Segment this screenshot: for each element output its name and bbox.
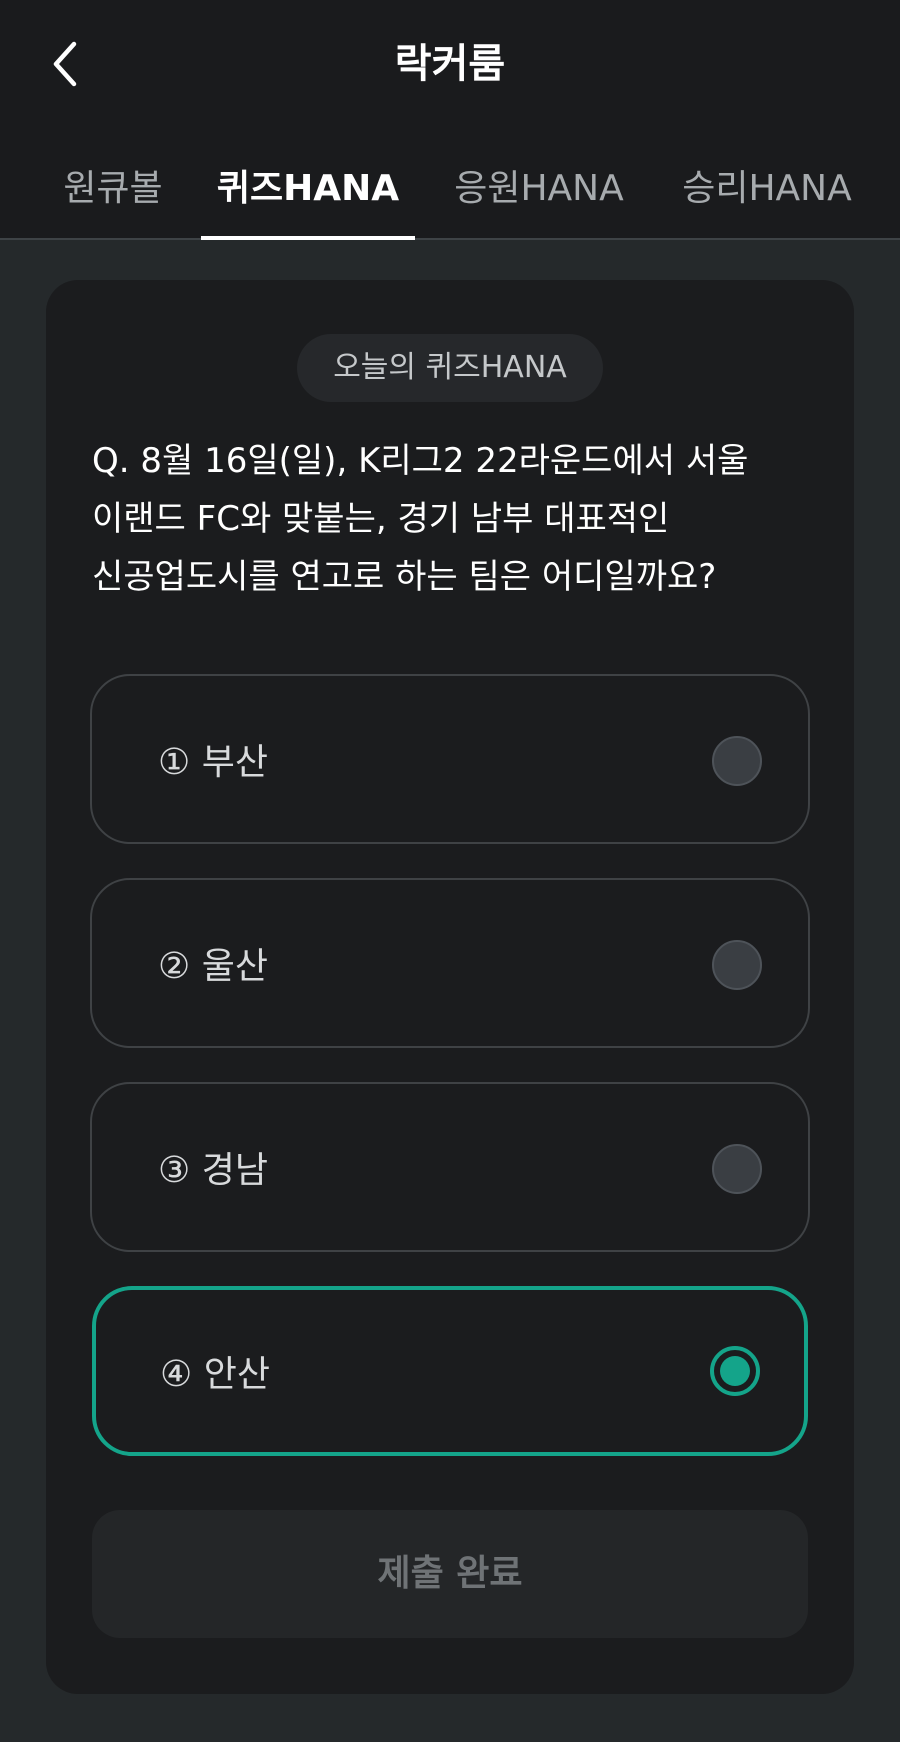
option-3[interactable]: ③ 경남 xyxy=(90,1082,810,1252)
question-line: Q. 8월 16일(일), K리그2 22라운드에서 서울 xyxy=(92,441,749,481)
option-label: ① 부산 xyxy=(158,742,268,783)
submit-button[interactable]: 제출 완료 xyxy=(92,1510,808,1638)
option-label: ④ 안산 xyxy=(160,1354,270,1395)
tab-bar: 원큐볼 퀴즈HANA 응원HANA 승리HANA xyxy=(0,150,900,240)
page-title: 락커룸 xyxy=(394,41,506,87)
radio-unselected-icon[interactable] xyxy=(712,1144,762,1194)
option-label: ③ 경남 xyxy=(158,1150,268,1191)
tab-quiz-hana[interactable]: 퀴즈HANA xyxy=(201,150,415,240)
radio-selected-icon[interactable] xyxy=(710,1346,760,1396)
option-1[interactable]: ① 부산 xyxy=(90,674,810,844)
radio-unselected-icon[interactable] xyxy=(712,940,762,990)
question-line: 이랜드 FC와 맞붙는, 경기 남부 대표적인 xyxy=(92,499,670,539)
question-line: 신공업도시를 연고로 하는 팀은 어디일까요? xyxy=(92,557,717,597)
radio-dot xyxy=(720,1356,750,1386)
tab-onecue-ball[interactable]: 원큐볼 xyxy=(58,150,168,240)
quiz-question: Q. 8월 16일(일), K리그2 22라운드에서 서울 이랜드 FC와 맞붙… xyxy=(92,432,812,606)
quiz-card: 오늘의 퀴즈HANA Q. 8월 16일(일), K리그2 22라운드에서 서울… xyxy=(46,280,854,1694)
quiz-badge: 오늘의 퀴즈HANA xyxy=(297,334,603,402)
option-2[interactable]: ② 울산 xyxy=(90,878,810,1048)
tab-victory-hana[interactable]: 승리HANA xyxy=(676,150,858,240)
app-header: 락커룸 원큐볼 퀴즈HANA 응원HANA 승리HANA xyxy=(0,0,900,240)
option-4[interactable]: ④ 안산 xyxy=(92,1286,808,1456)
tab-cheer-hana[interactable]: 응원HANA xyxy=(448,150,630,240)
active-tab-indicator xyxy=(201,236,415,240)
radio-unselected-icon[interactable] xyxy=(712,736,762,786)
option-label: ② 울산 xyxy=(158,946,268,987)
